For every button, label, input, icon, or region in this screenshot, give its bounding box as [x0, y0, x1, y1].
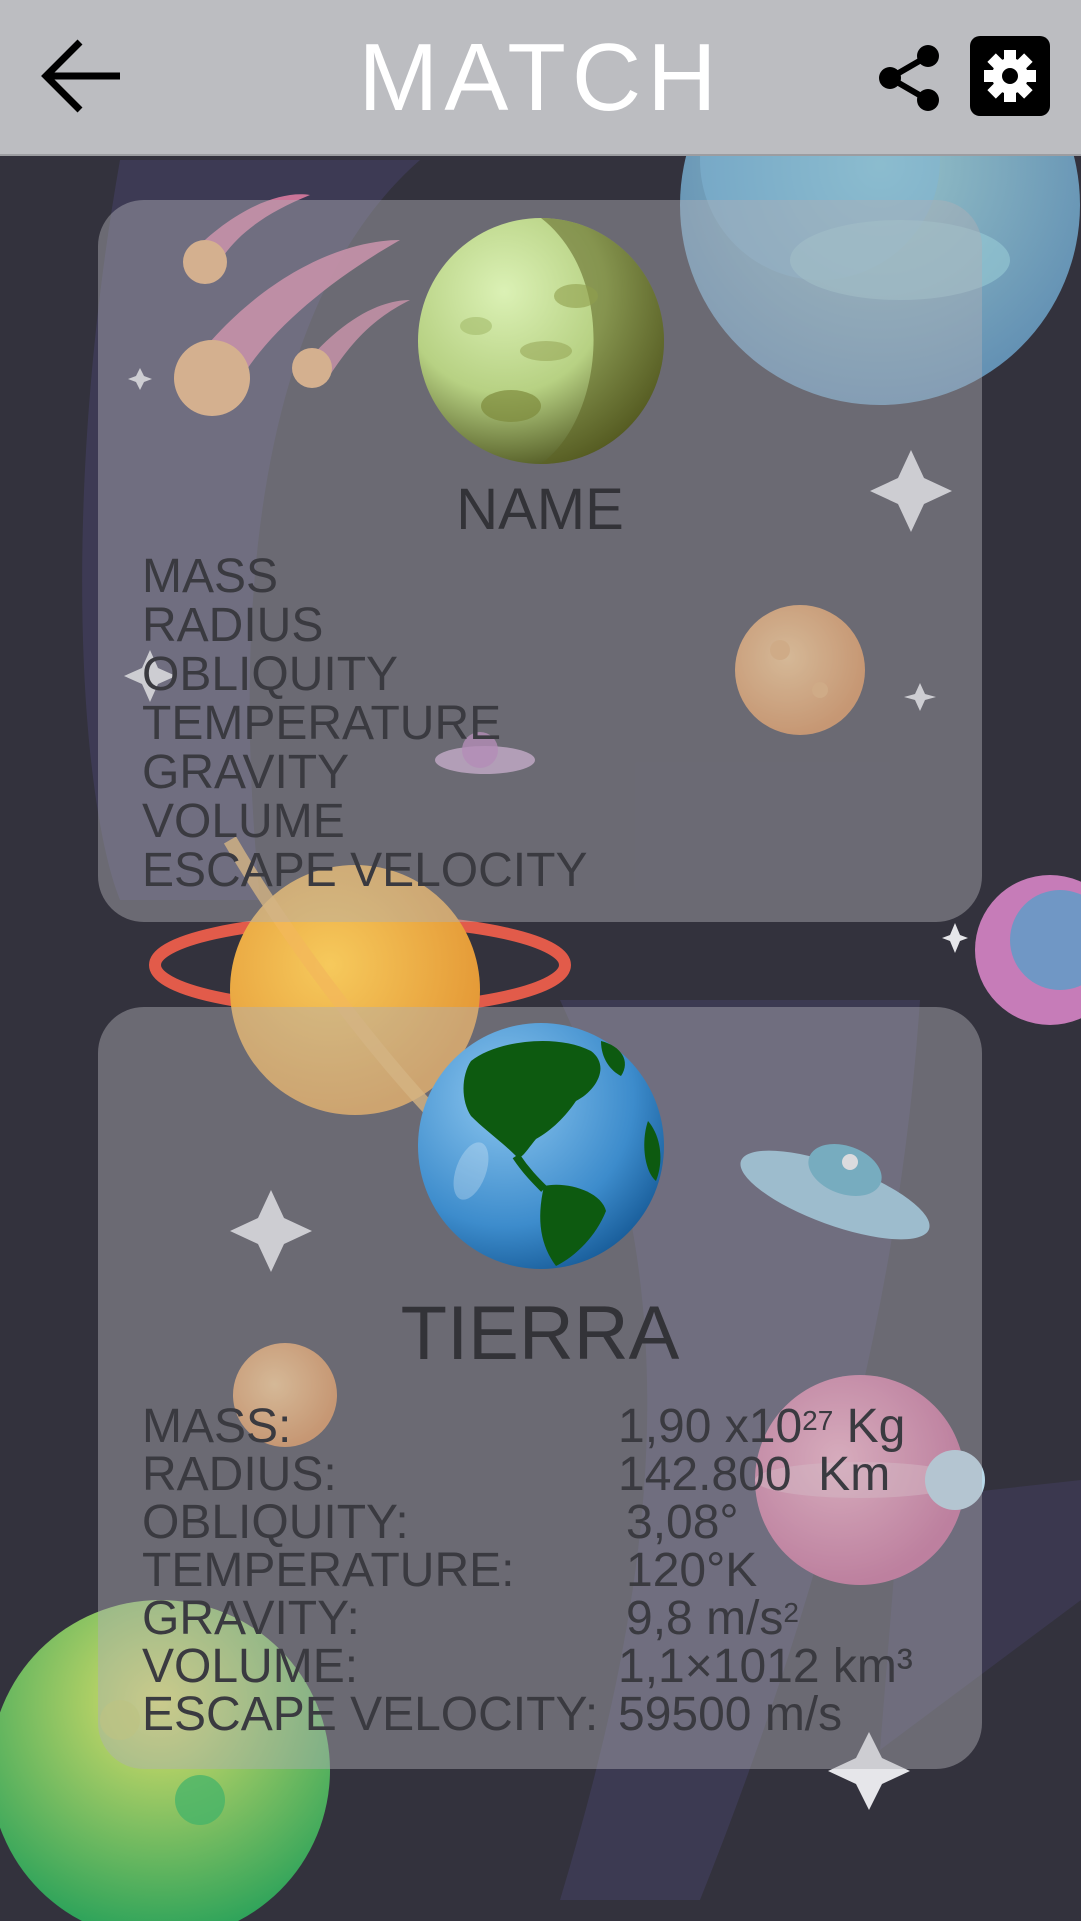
obliquity-label: OBLIQUITY: — [142, 1496, 409, 1549]
share-button[interactable] — [876, 44, 942, 112]
gravity-label: GRAVITY — [142, 746, 350, 799]
planet-name: TIERRA — [400, 1291, 680, 1376]
mass-label: MASS: — [142, 1400, 292, 1453]
volume-row: VOLUME: 1,1×1012 km³ — [142, 1643, 962, 1691]
radius-row: RADIUS: 142.800 Km — [142, 1451, 962, 1499]
settings-button[interactable] — [970, 36, 1050, 116]
obliquity-value: 3,08° — [626, 1496, 739, 1549]
temperature-label: TEMPERATURE — [142, 697, 502, 750]
volume-label: VOLUME — [142, 795, 345, 848]
radius-label: RADIUS: — [142, 1448, 337, 1501]
escape-velocity-label: ESCAPE VELOCITY: — [142, 1688, 599, 1741]
temperature-label: TEMPERATURE: — [142, 1544, 515, 1597]
stat-list: MASS: 1,90 x1027 Kg RADIUS: 142.800 Km O… — [142, 1403, 962, 1739]
mass-row: MASS: 1,90 x1027 Kg — [142, 1403, 962, 1451]
gear-icon — [984, 50, 1036, 102]
earth-planet — [418, 1023, 664, 1269]
top-app-bar: MATCH — [0, 0, 1081, 156]
escape-velocity-label: ESCAPE VELOCITY — [142, 844, 588, 897]
earth-planet-card: TIERRA MASS: 1,90 x1027 Kg RADIUS: 142.8… — [98, 1007, 982, 1769]
gravity-value: 9,8 m/s2 — [626, 1592, 799, 1645]
obliquity-label: OBLIQUITY — [142, 648, 399, 701]
radius-value: 142.800 Km — [618, 1448, 891, 1501]
mystery-planet-card: NAME MASS RADIUS OBLIQUITY TEMPERATURE G… — [98, 200, 982, 922]
green-planet — [418, 218, 664, 464]
gravity-row: GRAVITY: 9,8 m/s2 — [142, 1595, 962, 1643]
planet-name: NAME — [456, 477, 624, 542]
obliquity-row: OBLIQUITY: 3,08° — [142, 1499, 962, 1547]
mass-value: 1,90 x1027 Kg — [618, 1400, 906, 1453]
volume-label: VOLUME: — [142, 1640, 359, 1693]
temperature-value: 120°K — [626, 1544, 758, 1597]
radius-label: RADIUS — [142, 599, 324, 652]
volume-value: 1,1×1012 km³ — [618, 1640, 913, 1693]
temperature-row: TEMPERATURE: 120°K — [142, 1547, 962, 1595]
share-icon — [879, 45, 939, 111]
escape-velocity-value: 59500 m/s — [618, 1688, 843, 1741]
escape-velocity-row: ESCAPE VELOCITY: 59500 m/s — [142, 1691, 962, 1739]
gravity-label: GRAVITY: — [142, 1592, 360, 1645]
mass-label: MASS — [142, 550, 279, 603]
stat-label-list: MASS RADIUS OBLIQUITY TEMPERATURE GRAVIT… — [142, 552, 587, 895]
